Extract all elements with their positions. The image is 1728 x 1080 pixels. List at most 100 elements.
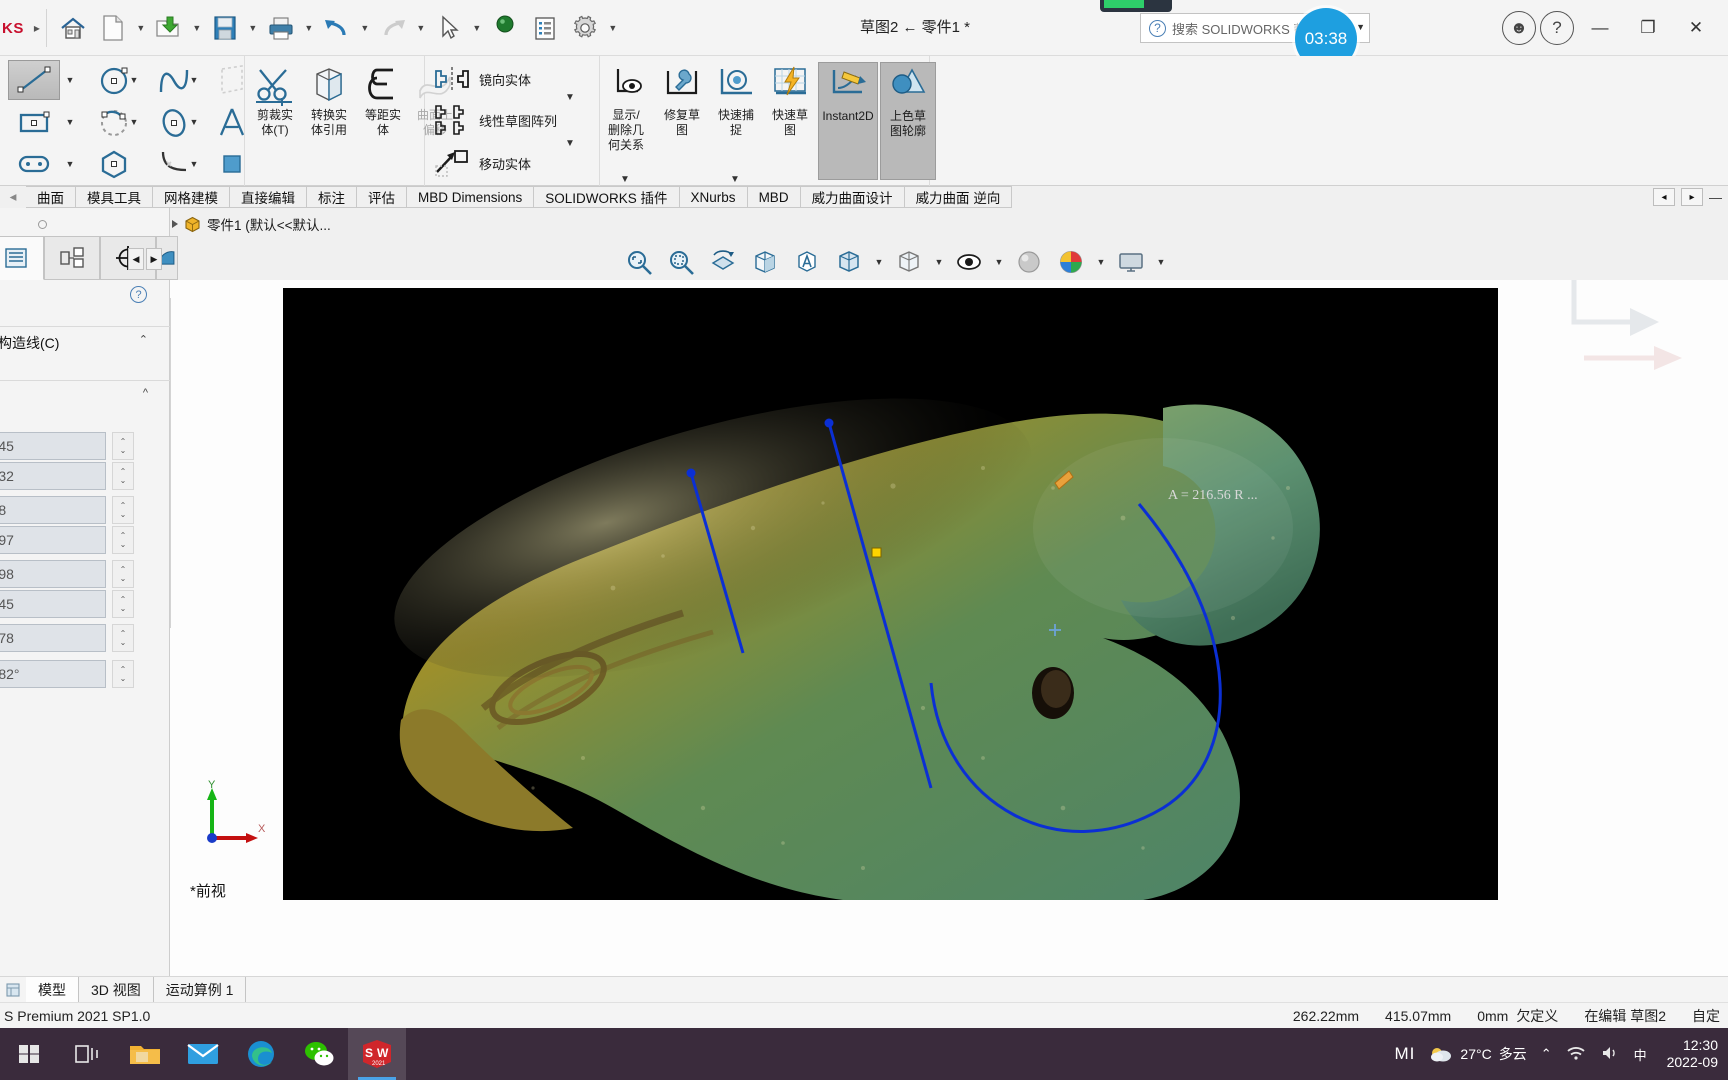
feature-tree-root-row[interactable]: 零件1 (默认<<默认... bbox=[172, 214, 331, 234]
feature-manager-tab[interactable] bbox=[0, 236, 44, 280]
edit-appearance-button[interactable] bbox=[1010, 243, 1048, 281]
window-close-button[interactable]: ✕ bbox=[1674, 6, 1718, 50]
chevron-right-box-icon[interactable]: ▸ bbox=[1681, 188, 1703, 206]
ellipse-tool-caret[interactable]: ▼ bbox=[186, 102, 202, 142]
param-x1-input[interactable]: 07845 bbox=[0, 432, 106, 460]
convert-entities-button[interactable]: 转换实 体引用 bbox=[303, 62, 355, 180]
circle-tool-caret[interactable]: ▼ bbox=[126, 60, 142, 100]
repair-sketch-button[interactable]: 修复草图 bbox=[656, 62, 708, 180]
print-button[interactable] bbox=[261, 6, 301, 50]
tab-3d-views[interactable]: 3D 视图 bbox=[79, 977, 154, 1002]
apply-scene-button[interactable] bbox=[1052, 243, 1090, 281]
chevron-up-icon[interactable]: ⌃ bbox=[1541, 1046, 1552, 1062]
tab-surfaces[interactable]: 曲面 bbox=[26, 186, 76, 208]
home-button[interactable] bbox=[53, 6, 93, 50]
open-document-caret[interactable]: ▼ bbox=[189, 6, 205, 50]
options-section-chevron[interactable]: ⌃ bbox=[139, 333, 148, 346]
zoom-to-fit-button[interactable] bbox=[620, 243, 658, 281]
param-x2-input[interactable]: 2148 bbox=[0, 496, 106, 524]
new-document-caret[interactable]: ▼ bbox=[133, 6, 149, 50]
panel-help-icon[interactable]: ? bbox=[130, 286, 147, 303]
param-y1-input[interactable]: 29432 bbox=[0, 462, 106, 490]
tab-mold-tools[interactable]: 模具工具 bbox=[76, 186, 153, 208]
chevron-down-icon[interactable]: ▼ bbox=[1356, 22, 1365, 32]
param-x2-stepper[interactable]: ⌃ ⌄ bbox=[112, 496, 134, 524]
offset-entities-button[interactable]: 等距实体 bbox=[357, 62, 409, 180]
panel-drag-handle[interactable] bbox=[38, 220, 47, 229]
tab-solidworks-addins[interactable]: SOLIDWORKS 插件 bbox=[534, 186, 680, 208]
param-x1-stepper[interactable]: ⌃ ⌄ bbox=[112, 432, 134, 460]
line-tool-caret[interactable]: ▼ bbox=[62, 60, 78, 100]
linear-sketch-pattern-button[interactable]: 线性草图阵列 bbox=[433, 101, 557, 139]
open-document-button[interactable] bbox=[149, 6, 189, 50]
view-orientation-button[interactable] bbox=[788, 243, 826, 281]
chevron-right-icon[interactable] bbox=[172, 220, 178, 228]
minimize-icon[interactable]: — bbox=[1709, 190, 1722, 205]
new-document-button[interactable] bbox=[93, 6, 133, 50]
parameters-section-chevron[interactable]: ^ bbox=[143, 387, 148, 399]
rapid-sketch-button[interactable]: 快速草图 bbox=[764, 62, 816, 180]
tab-xnurbs[interactable]: XNurbs bbox=[679, 186, 748, 208]
trim-entities-button[interactable]: 剪裁实 体(T) bbox=[249, 62, 301, 180]
select-caret[interactable]: ▼ bbox=[469, 6, 485, 50]
wifi-icon[interactable] bbox=[1566, 1045, 1586, 1064]
param-delta-x-stepper[interactable]: ⌃ ⌄ bbox=[112, 560, 134, 588]
tab-motion-study[interactable]: 运动算例 1 bbox=[154, 977, 247, 1002]
save-caret[interactable]: ▼ bbox=[245, 6, 261, 50]
spline-tool-caret[interactable]: ▼ bbox=[186, 60, 202, 100]
param-angle-stepper[interactable]: ⌃ ⌄ bbox=[112, 660, 134, 688]
panel-tab-prev-button[interactable]: ◀ bbox=[128, 248, 144, 270]
rotate-view-button[interactable] bbox=[704, 243, 742, 281]
relations-caret[interactable]: ▼ bbox=[620, 174, 630, 185]
panel-tab-next-button[interactable]: ▶ bbox=[146, 248, 162, 270]
select-button[interactable] bbox=[429, 6, 469, 50]
help-question-icon[interactable]: ? bbox=[1540, 11, 1574, 45]
apply-scene-caret[interactable]: ▼ bbox=[1094, 243, 1108, 281]
slot-tool-caret[interactable]: ▼ bbox=[62, 144, 78, 184]
taskbar-task-view-button[interactable] bbox=[58, 1028, 116, 1080]
model-image-canvas[interactable]: A = 216.56 R ... bbox=[283, 288, 1498, 900]
undo-button[interactable] bbox=[317, 6, 357, 50]
taskbar-mail[interactable] bbox=[174, 1028, 232, 1080]
param-y1-stepper[interactable]: ⌃ ⌄ bbox=[112, 462, 134, 490]
tab-power-surfacing[interactable]: 威力曲面设计 bbox=[800, 186, 905, 208]
param-length-input[interactable]: 55378 bbox=[0, 624, 106, 652]
param-delta-y-stepper[interactable]: ⌃ ⌄ bbox=[112, 590, 134, 618]
redo-caret[interactable]: ▼ bbox=[413, 6, 429, 50]
param-length-stepper[interactable]: ⌃ ⌄ bbox=[112, 624, 134, 652]
taskbar-edge[interactable] bbox=[232, 1028, 290, 1080]
print-caret[interactable]: ▼ bbox=[301, 6, 317, 50]
hide-show-items-button[interactable] bbox=[950, 243, 988, 281]
move-entities-button[interactable]: 移动实体 bbox=[433, 144, 531, 182]
tab-mesh-modeling[interactable]: 网格建模 bbox=[153, 186, 230, 208]
graphics-vertical-scrollbar[interactable] bbox=[170, 298, 171, 628]
instant2d-button[interactable]: Instant2D bbox=[818, 62, 878, 180]
taskbar-wechat[interactable] bbox=[290, 1028, 348, 1080]
taskbar-solidworks[interactable]: S W 2021 bbox=[348, 1028, 406, 1080]
mirror-entities-button[interactable]: 镜向实体 bbox=[433, 60, 531, 98]
quick-snaps-caret[interactable]: ▼ bbox=[730, 174, 740, 185]
taskbar-clock[interactable]: 12:30 2022-09 bbox=[1661, 1037, 1718, 1071]
tab-mbd[interactable]: MBD bbox=[747, 186, 801, 208]
tab-scroll-left-icon[interactable]: ◂ bbox=[0, 186, 26, 208]
shaded-contour-button[interactable]: 上色草 图轮廓 bbox=[880, 62, 936, 180]
tab-model[interactable]: 模型 bbox=[26, 977, 79, 1002]
hide-show-items-caret[interactable]: ▼ bbox=[992, 243, 1006, 281]
pattern-group-caret-2[interactable]: ▼ bbox=[565, 138, 575, 149]
chevron-left-box-icon[interactable]: ◂ bbox=[1653, 188, 1675, 206]
options-button[interactable] bbox=[565, 6, 605, 50]
arc-tool-caret[interactable]: ▼ bbox=[126, 102, 142, 142]
graphics-viewport[interactable]: A = 216.56 R ... Y X *前视 bbox=[170, 280, 1728, 976]
volume-icon[interactable] bbox=[1600, 1045, 1620, 1064]
taskbar-file-explorer[interactable] bbox=[116, 1028, 174, 1080]
tab-power-surfacing-re[interactable]: 威力曲面 逆向 bbox=[904, 186, 1013, 208]
property-manager-tab[interactable] bbox=[44, 236, 100, 280]
rebuild-button[interactable] bbox=[485, 6, 525, 50]
param-delta-x-input[interactable]: 01398 bbox=[0, 560, 106, 588]
view-setting-button[interactable] bbox=[890, 243, 928, 281]
weather-widget[interactable]: 27°C 多云 bbox=[1429, 1044, 1527, 1064]
line-tool[interactable] bbox=[8, 60, 60, 100]
ime-indicator[interactable]: 中 bbox=[1634, 1045, 1647, 1064]
display-style-caret[interactable]: ▼ bbox=[872, 243, 886, 281]
view-settings-caret[interactable]: ▼ bbox=[1154, 243, 1168, 281]
